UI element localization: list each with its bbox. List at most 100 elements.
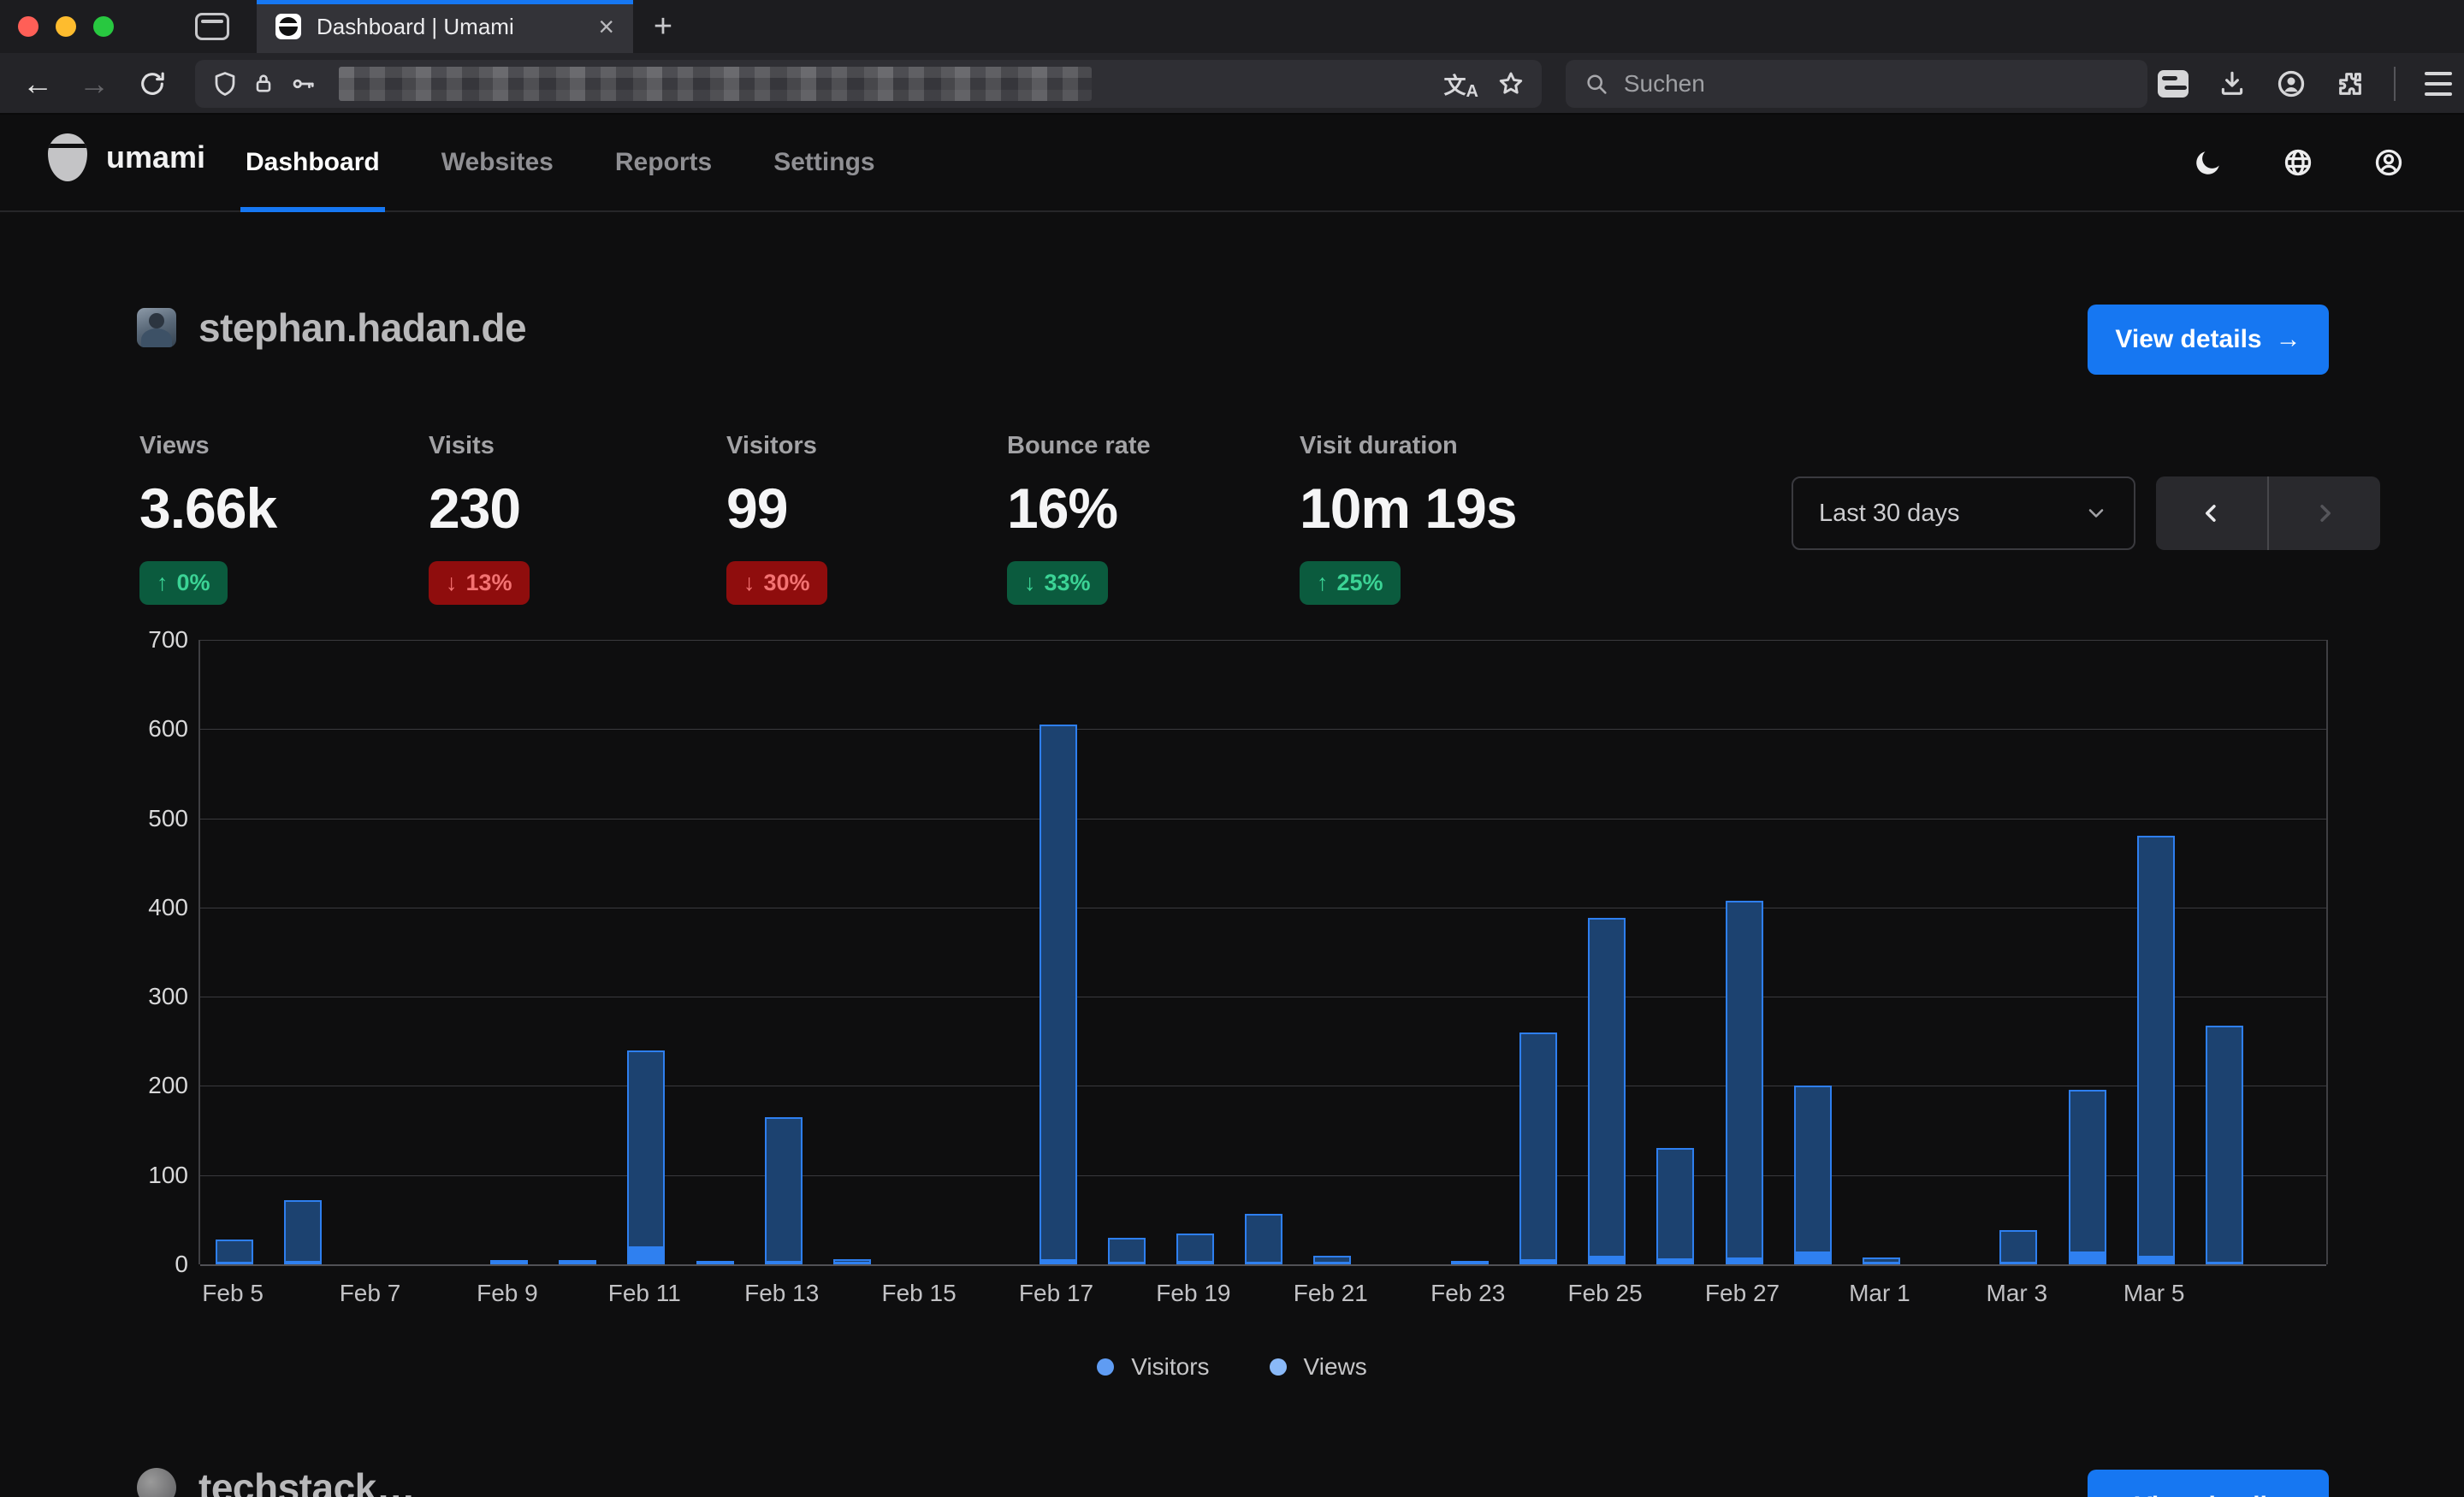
x-tick-label: Mar 3 (1987, 1280, 2048, 1307)
sidebar-icon[interactable] (2158, 70, 2189, 98)
app-header: umami Dashboard Websites Reports Setting… (0, 115, 2464, 212)
date-next-button[interactable] (2267, 476, 2380, 550)
account-icon[interactable] (2276, 68, 2307, 99)
bar-feb-18[interactable] (1108, 1238, 1146, 1264)
bar-mar-6[interactable] (2206, 1026, 2243, 1264)
search-bar[interactable] (1566, 60, 2147, 108)
nav-item-websites[interactable]: Websites (441, 115, 554, 210)
arrow-right-icon: → (2276, 325, 2301, 354)
date-range-dropdown[interactable]: Last 30 days (1792, 476, 2135, 550)
browser-tab[interactable]: Dashboard | Umami × (257, 0, 633, 53)
tab-close-icon[interactable]: × (598, 13, 614, 40)
site-favicon (137, 308, 176, 347)
bar-visitors-segment (627, 1246, 665, 1264)
y-tick-label: 300 (148, 983, 188, 1010)
window-minimize-button[interactable] (56, 16, 76, 37)
x-tick-label: Feb 19 (1156, 1280, 1230, 1307)
metric-label: Bounce rate (1007, 432, 1151, 460)
gridline (200, 729, 2326, 730)
x-tick-label: Feb 15 (882, 1280, 957, 1307)
bar-feb-11[interactable] (627, 1050, 665, 1264)
profile-icon[interactable] (2373, 147, 2404, 178)
window-close-button[interactable] (18, 16, 38, 37)
gridline (200, 819, 2326, 820)
bar-feb-25[interactable] (1588, 918, 1626, 1264)
umami-favicon-icon (275, 14, 301, 39)
bar-mar-1[interactable] (1863, 1257, 1900, 1264)
downloads-icon[interactable] (2218, 69, 2247, 98)
language-globe-icon[interactable] (2283, 147, 2313, 178)
bar-feb-17[interactable] (1040, 725, 1077, 1264)
bar-feb-12[interactable] (696, 1261, 734, 1264)
bar-visitors-segment (696, 1262, 734, 1264)
window-zoom-button[interactable] (93, 16, 114, 37)
metric-value: 230 (429, 476, 530, 541)
new-tab-button[interactable]: + (643, 7, 683, 46)
browser-toolbar: ← → 文A (0, 53, 2464, 115)
bar-visitors-segment (216, 1262, 253, 1264)
bar-mar-4[interactable] (2069, 1090, 2106, 1264)
lock-icon[interactable] (252, 71, 275, 97)
chart-x-axis: Feb 5Feb 7Feb 9Feb 11Feb 13Feb 15Feb 17F… (198, 1280, 2328, 1311)
tracking-shield-icon[interactable] (212, 71, 238, 97)
bar-feb-19[interactable] (1176, 1234, 1214, 1265)
search-input[interactable] (1624, 70, 2129, 98)
bar-visitors-segment (1863, 1262, 1900, 1264)
bar-feb-24[interactable] (1519, 1033, 1557, 1264)
gridline (200, 1175, 2326, 1176)
x-tick-label: Feb 27 (1705, 1280, 1780, 1307)
bar-feb-21[interactable] (1313, 1256, 1351, 1264)
bar-feb-9[interactable] (490, 1260, 528, 1264)
brand[interactable]: umami (48, 133, 205, 181)
reload-button[interactable] (133, 65, 171, 103)
back-button[interactable]: ← (19, 65, 56, 103)
metric-value: 99 (726, 476, 827, 541)
x-tick-label: Feb 21 (1294, 1280, 1368, 1307)
nav-item-settings[interactable]: Settings (773, 115, 874, 210)
view-details-button[interactable]: View details → (2088, 305, 2329, 375)
bar-feb-10[interactable] (559, 1260, 596, 1264)
bar-feb-28[interactable] (1794, 1086, 1832, 1264)
legend-item-visitors[interactable]: Visitors (1097, 1353, 1209, 1381)
brand-name: umami (106, 139, 205, 175)
forward-button[interactable]: → (75, 65, 113, 103)
bar-visitors-segment (1794, 1251, 1832, 1264)
menu-icon[interactable] (2425, 72, 2452, 96)
y-tick-label: 700 (148, 626, 188, 654)
translate-icon[interactable]: 文A (1444, 68, 1478, 100)
next-view-details-button[interactable]: View details (2088, 1470, 2329, 1497)
legend-item-views[interactable]: Views (1270, 1353, 1367, 1381)
chevron-down-icon (2084, 501, 2108, 525)
nav-item-reports[interactable]: Reports (615, 115, 712, 210)
nav-item-dashboard[interactable]: Dashboard (246, 115, 380, 210)
bar-mar-5[interactable] (2137, 836, 2175, 1264)
bar-visitors-segment (1519, 1259, 1557, 1264)
theme-moon-icon[interactable] (2194, 148, 2223, 177)
bar-feb-23[interactable] (1451, 1261, 1489, 1264)
extensions-puzzle-icon[interactable] (2336, 69, 2365, 98)
metric-bounce-rate: Bounce rate 16% ↓33% (1007, 432, 1151, 605)
chevron-left-icon (2200, 501, 2224, 525)
reload-icon (138, 69, 167, 98)
bar-feb-26[interactable] (1656, 1148, 1694, 1264)
firefox-view-icon[interactable] (195, 13, 229, 40)
x-tick-label: Feb 23 (1430, 1280, 1505, 1307)
x-tick-label: Feb 13 (744, 1280, 819, 1307)
date-range-value: Last 30 days (1819, 500, 1959, 528)
metric-label: Visit duration (1300, 432, 1517, 460)
bar-visitors-segment (490, 1262, 528, 1264)
date-prev-button[interactable] (2156, 476, 2267, 550)
site-name: stephan.hadan.de (198, 305, 526, 351)
bookmark-star-icon[interactable] (1497, 70, 1525, 98)
x-tick-label: Feb 7 (340, 1280, 401, 1307)
bar-mar-3[interactable] (1999, 1230, 2037, 1264)
key-icon[interactable] (289, 71, 317, 97)
bar-feb-13[interactable] (765, 1117, 803, 1264)
bar-feb-14[interactable] (833, 1259, 871, 1264)
url-bar[interactable]: 文A (195, 60, 1542, 108)
bar-feb-27[interactable] (1726, 901, 1763, 1264)
bar-feb-5[interactable] (216, 1240, 253, 1264)
chart-y-axis: 0100200300400500600700 (94, 640, 188, 1264)
bar-feb-20[interactable] (1245, 1214, 1282, 1264)
bar-feb-6[interactable] (284, 1200, 322, 1264)
